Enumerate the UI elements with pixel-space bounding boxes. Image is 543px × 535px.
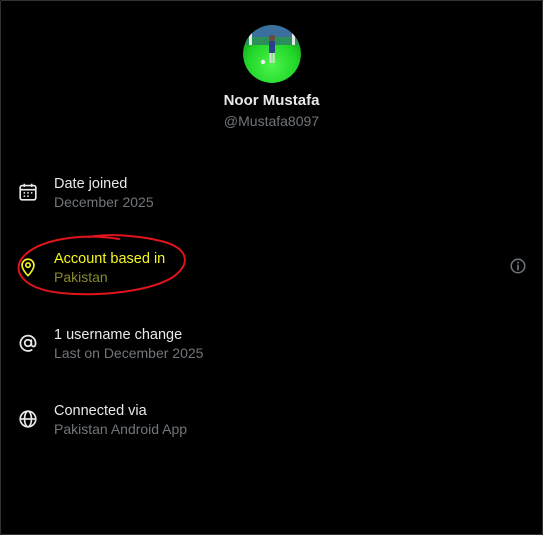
profile-handle: @Mustafa8097 [223, 113, 320, 129]
location-pin-icon [21, 258, 35, 277]
row-subtitle: Pakistan Android App [54, 421, 188, 437]
calendar-icon [19, 183, 37, 201]
about-account-panel: Noor Mustafa @Mustafa8097 Date joined De… [0, 0, 543, 535]
row-title: 1 username change [54, 327, 183, 343]
date-joined-row: Date joined December 2025 [17, 175, 527, 215]
row-title: Account based in [54, 251, 166, 267]
connected-via-row: Connected via Pakistan Android App [17, 402, 527, 442]
username-change-row: 1 username change Last on December 2025 [17, 326, 527, 366]
row-title: Date joined [54, 176, 128, 192]
profile-header: Noor Mustafa @Mustafa8097 [1, 25, 542, 130]
row-title: Connected via [54, 403, 147, 419]
at-sign-icon [19, 334, 37, 352]
info-icon[interactable] [509, 257, 527, 275]
row-subtitle: December 2025 [54, 194, 154, 210]
row-subtitle: Pakistan [54, 269, 108, 285]
row-subtitle: Last on December 2025 [54, 345, 204, 361]
avatar[interactable] [242, 25, 301, 83]
account-location-row: Account based in Pakistan [17, 250, 527, 290]
profile-display-name: Noor Mustafa [223, 92, 320, 109]
globe-icon [19, 410, 37, 428]
